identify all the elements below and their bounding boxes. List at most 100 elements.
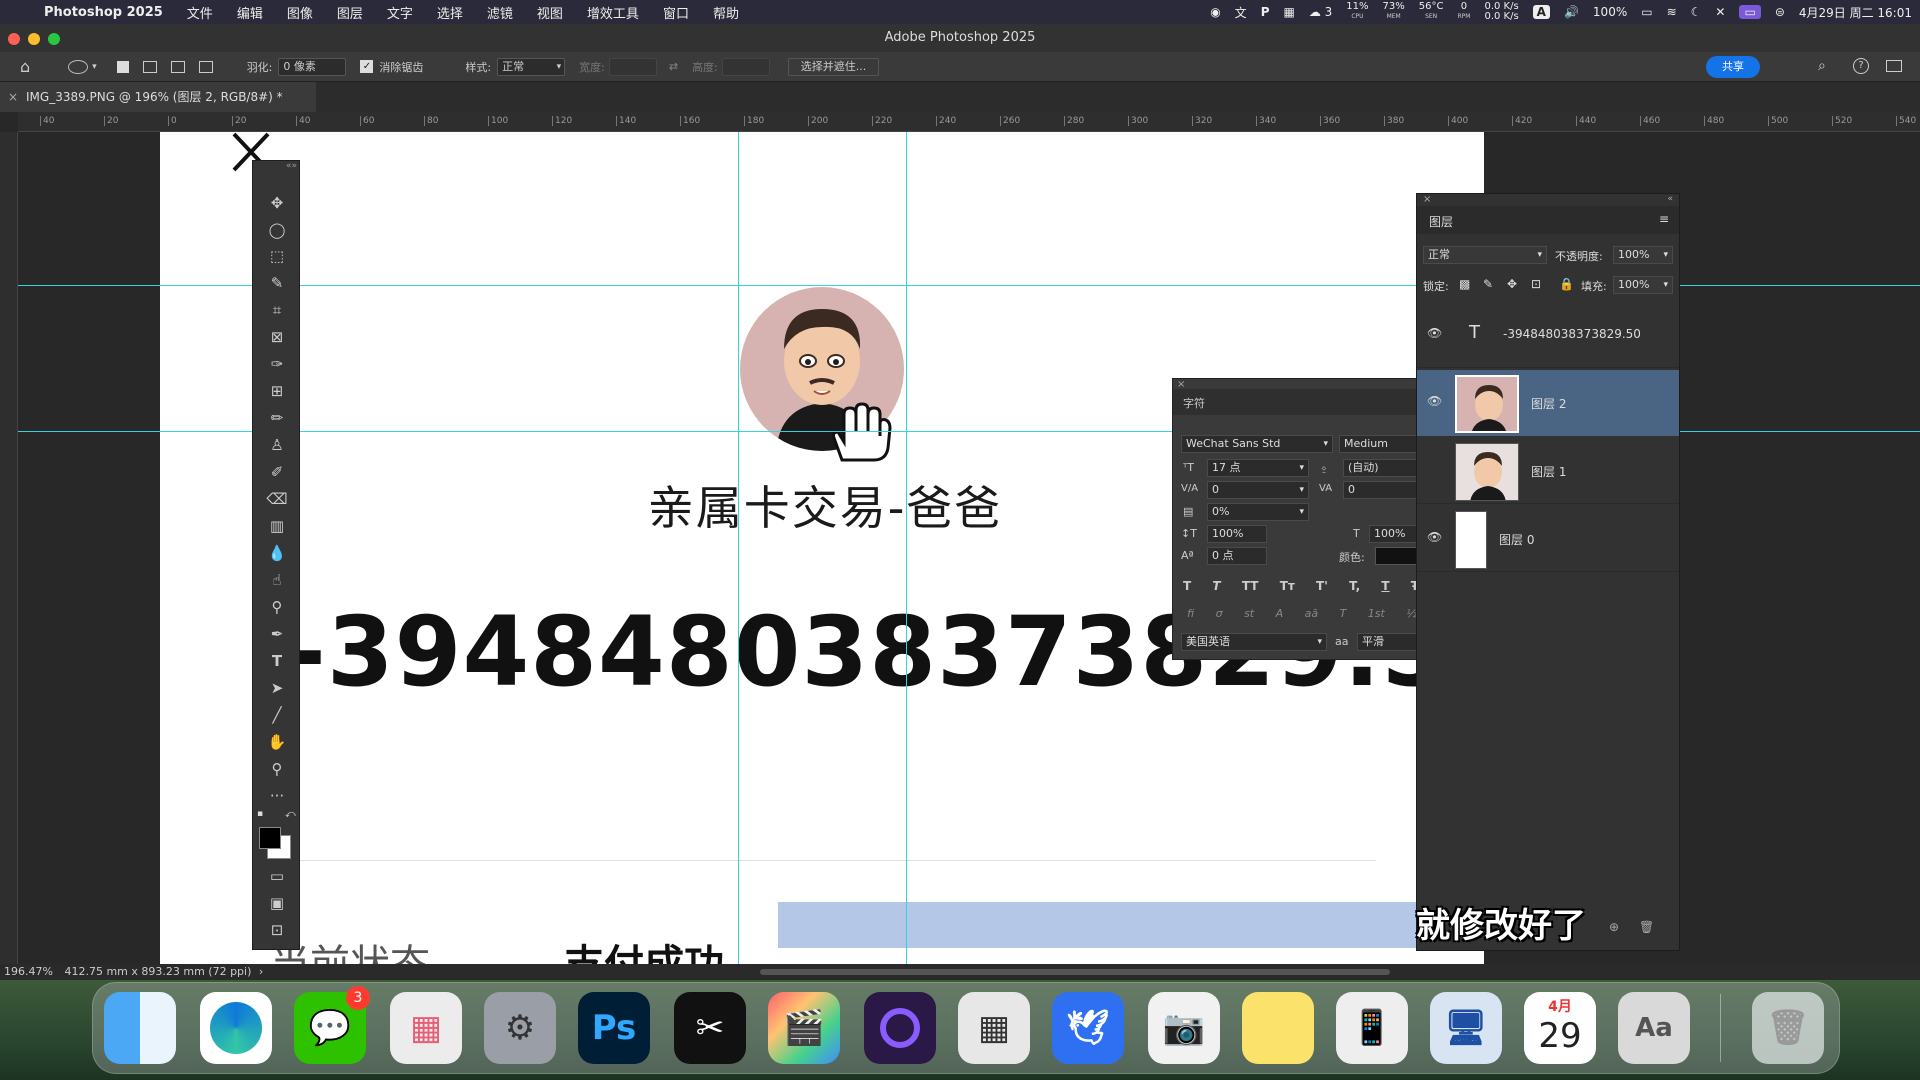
default-colors-icon[interactable]: ▪ (257, 809, 263, 819)
blend-mode-select[interactable]: 正常 ▾ (1423, 246, 1547, 264)
eyedropper-tool-icon[interactable]: ✑ (253, 353, 301, 375)
layer-row-selected[interactable]: 👁 图层 2 (1417, 370, 1679, 436)
path-selection-tool-icon[interactable]: ➤ (253, 677, 301, 699)
elliptical-marquee-icon[interactable] (68, 59, 89, 74)
finder-icon[interactable] (104, 992, 176, 1064)
zoom-level[interactable]: 196.47% (4, 965, 53, 978)
new-layer-icon[interactable]: ⊕ (1609, 920, 1619, 934)
subtract-selection-icon[interactable] (170, 60, 185, 73)
vertical-ruler[interactable] (0, 132, 18, 964)
moon-icon[interactable]: ☾ (1691, 5, 1702, 19)
wechat-status[interactable]: ☁ 3 (1309, 5, 1332, 19)
layer-row[interactable]: 👁 图层 0 (1417, 506, 1679, 572)
menu-app-name[interactable]: Photoshop 2025 (44, 5, 163, 20)
bluetooth-off-icon[interactable]: ✕ (1715, 5, 1725, 19)
font-family-select[interactable]: WeChat Sans Std ▾ (1181, 435, 1333, 453)
ordinals-button[interactable]: 1st (1368, 607, 1385, 620)
horizontal-scrollbar[interactable] (760, 969, 1390, 975)
close-icon[interactable]: × (1423, 194, 1431, 205)
lock-all-icon[interactable]: 🔒 (1559, 277, 1574, 291)
screen-mode-icon[interactable]: ▣ (253, 892, 301, 914)
all-caps-button[interactable]: TT (1242, 579, 1259, 593)
share-button[interactable]: 共享 (1706, 56, 1760, 78)
control-center-icon[interactable]: ⊜ (1775, 5, 1785, 19)
type-tool-icon[interactable]: T (253, 650, 301, 672)
visibility-off-box[interactable] (1427, 462, 1441, 476)
document-tab[interactable]: × IMG_3389.PNG @ 196% (图层 2, RGB/8#) * (0, 82, 316, 112)
layer-row[interactable]: 图层 1 (1417, 438, 1679, 504)
brush-tool-icon[interactable]: ✏ (253, 407, 301, 429)
panel-menu-icon[interactable]: ≡ (1659, 212, 1669, 226)
close-window-button[interactable] (8, 33, 20, 45)
add-selection-icon[interactable] (142, 60, 157, 73)
vertical-scale-input[interactable]: 100% (1207, 525, 1267, 543)
photoshop-icon[interactable]: Ps (578, 992, 650, 1064)
zoom-window-button[interactable] (48, 33, 60, 45)
font-size-input[interactable]: 17 点 ▾ (1207, 459, 1309, 477)
clone-stamp-tool-icon[interactable]: ♙ (253, 434, 301, 456)
battery-icon[interactable]: ▭ (1641, 5, 1652, 19)
line-tool-icon[interactable]: ╱ (253, 704, 301, 726)
kerning-input[interactable]: 0 ▾ (1207, 481, 1309, 499)
quick-mask-icon[interactable]: ▭ (253, 865, 301, 887)
antialias-select[interactable]: 平滑 (1357, 633, 1419, 651)
quick-selection-tool-icon[interactable]: ✎ (253, 272, 301, 294)
feishu-icon[interactable]: 🕊 (1052, 992, 1124, 1064)
antialias-checkbox[interactable]: ✓ (360, 60, 374, 73)
menu-window[interactable]: 窗口 (663, 3, 689, 22)
dodge-tool-icon[interactable]: ⚲ (253, 596, 301, 618)
menu-edit[interactable]: 编辑 (237, 3, 263, 22)
ligatures-button[interactable]: fi (1187, 607, 1194, 620)
minimize-window-button[interactable] (28, 33, 40, 45)
layers-panel-title[interactable]: 图层 (1429, 213, 1453, 230)
eraser-tool-icon[interactable]: ⌫ (253, 488, 301, 510)
style-select[interactable]: 正常 ▾ (497, 57, 566, 76)
launchpad-icon[interactable]: ▦ (390, 992, 462, 1064)
smudge-tool-icon[interactable]: ☝ (253, 569, 301, 591)
remote-desktop-icon[interactable]: 🖥 (1430, 992, 1502, 1064)
font-style-select[interactable]: Medium (1339, 435, 1419, 453)
document-info[interactable]: 412.75 mm x 893.23 mm (72 ppi) (64, 965, 251, 978)
discretionary-ligatures-button[interactable]: st (1244, 607, 1254, 620)
notes-icon[interactable] (1242, 992, 1314, 1064)
input-source-badge[interactable]: A (1532, 5, 1550, 19)
eye-icon[interactable]: 👁 (1427, 394, 1442, 408)
p-icon[interactable]: P (1261, 5, 1270, 19)
new-selection-icon[interactable] (116, 60, 129, 73)
dictionary-icon[interactable]: Aa (1618, 992, 1690, 1064)
collapse-icon[interactable]: « (1667, 194, 1673, 204)
menu-image[interactable]: 图像 (287, 3, 313, 22)
character-panel-title[interactable]: 字符 (1183, 395, 1205, 411)
superscript-button[interactable]: T' (1316, 579, 1328, 593)
faux-italic-button[interactable]: T (1212, 579, 1220, 593)
horizontal-ruler[interactable]: 40 20 0 20 40 60 80 100 120 140 160 180 200 220 240 260… (18, 112, 1920, 132)
screen-recorder-icon[interactable] (864, 992, 936, 1064)
guide-vertical[interactable] (738, 132, 739, 964)
object-selection-tool-icon[interactable]: ⬚ (253, 245, 301, 267)
contextual-alternates-button[interactable]: σ (1216, 607, 1223, 620)
record-icon[interactable]: ◉ (1210, 5, 1220, 19)
horizontal-scale-input[interactable]: 100% (1369, 525, 1419, 543)
help-icon[interactable]: ? (1853, 58, 1869, 74)
chevron-right-icon[interactable]: › (259, 965, 263, 978)
eye-icon[interactable]: 👁 (1427, 530, 1442, 544)
history-brush-tool-icon[interactable]: ✐ (253, 461, 301, 483)
menu-type[interactable]: 文字 (387, 3, 413, 22)
final-cut-pro-icon[interactable]: 🎬 (768, 992, 840, 1064)
zoom-tool-icon[interactable]: ⚲ (253, 758, 301, 780)
select-and-mask-button[interactable]: 选择并遮住... (787, 57, 880, 76)
underline-button[interactable]: T (1381, 579, 1389, 593)
small-caps-button[interactable]: Tт (1280, 579, 1295, 593)
menu-select[interactable]: 选择 (437, 3, 463, 22)
swap-colors-icon[interactable]: ⤺ (285, 809, 296, 820)
translate-icon[interactable]: 文 (1235, 4, 1247, 21)
intersect-selection-icon[interactable] (198, 60, 213, 73)
width-input[interactable] (608, 57, 657, 76)
text-color-swatch[interactable] (1375, 547, 1419, 565)
lock-image-icon[interactable]: ✎ (1483, 277, 1493, 291)
layer-name[interactable]: 图层 1 (1531, 463, 1566, 480)
volume-icon[interactable]: 🔊 (1564, 5, 1579, 19)
calendar-icon[interactable]: 4月 29 (1524, 992, 1596, 1064)
more-tools-icon[interactable]: ··· (253, 785, 301, 807)
opacity-input[interactable]: 100% ▾ (1613, 246, 1673, 264)
